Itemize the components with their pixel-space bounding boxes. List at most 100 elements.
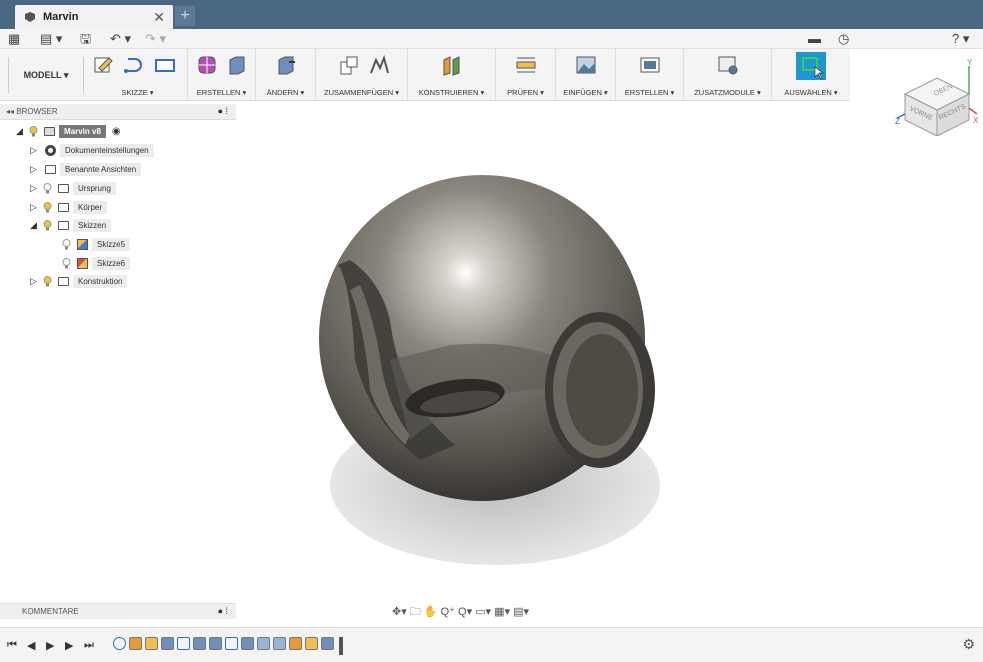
browser-pin-icon[interactable]: ● ⁞ [218, 106, 228, 116]
tree-item-label: Konstruktion [73, 275, 128, 288]
timeline-prev-button[interactable]: ◀ [27, 639, 35, 652]
sketch-icon [77, 258, 88, 269]
modify-group[interactable]: ÄNDERN ▾ [256, 49, 316, 101]
timeline-feature[interactable] [177, 637, 190, 650]
visibility-bulb-icon[interactable] [62, 258, 71, 269]
timeline-feature[interactable] [161, 637, 174, 650]
close-tab-icon[interactable]: ✕ [153, 9, 173, 26]
create-form-icon[interactable] [196, 54, 218, 76]
assemble-group[interactable]: ZUSAMMENFÜGEN ▾ [316, 49, 408, 101]
tree-item-label: Skizze6 [92, 257, 131, 270]
tree-item-sketches[interactable]: ◢ Skizzen [30, 218, 112, 233]
new-tab-button[interactable]: + [175, 6, 195, 26]
visibility-bulb-icon[interactable] [43, 276, 52, 287]
timeline-feature[interactable] [321, 637, 334, 650]
timeline-feature[interactable] [257, 637, 270, 650]
assemble-group-label: ZUSAMMENFÜGEN ▾ [323, 88, 399, 97]
folder-icon [58, 277, 69, 286]
expand-triangle-icon[interactable]: ▷ [30, 183, 39, 194]
create-sketch-icon[interactable] [93, 54, 115, 76]
timeline-last-button[interactable]: ⏭ [84, 639, 94, 652]
tree-item-construction[interactable]: ▷ Konstruktion [30, 274, 128, 289]
render-icon[interactable] [639, 54, 661, 76]
expand-triangle-icon[interactable]: ▷ [30, 276, 39, 287]
navigation-bar[interactable]: ✥▾ 🗀 ✋ Q⁺ Q▾ ▭▾ ▦▾ ▤▾ [392, 603, 592, 621]
timeline-feature[interactable] [145, 637, 158, 650]
new-component-icon[interactable] [338, 54, 360, 76]
timeline-play-button[interactable]: ▶ [46, 639, 54, 652]
visibility-bulb-icon[interactable] [43, 202, 52, 213]
browser-panel-header[interactable]: ◂◂ BROWSER ● ⁞ [0, 104, 236, 120]
timeline-feature[interactable] [129, 637, 142, 650]
visibility-bulb-icon[interactable] [29, 126, 38, 137]
joint-icon[interactable] [368, 54, 390, 76]
timeline-marker[interactable] [339, 637, 343, 655]
timeline-feature[interactable] [209, 637, 222, 650]
timeline-next-button[interactable]: ▶ [65, 639, 73, 652]
addins-group-label: ZUSATZMODULE ▾ [694, 88, 761, 97]
sketch-group[interactable]: SKIZZE ▾ [88, 49, 188, 101]
offset-plane-icon[interactable] [441, 54, 463, 76]
ribbon-toolbar: MODELL ▾ SKIZZE ▾ ERSTELLEN ▾ ÄNDERN ▾ Z… [0, 49, 850, 101]
expand-triangle-icon[interactable]: ▷ [30, 145, 39, 156]
expand-triangle-icon[interactable]: ◢ [16, 126, 25, 137]
select-icon[interactable] [796, 52, 826, 80]
insert-group[interactable]: EINFÜGEN ▾ [556, 49, 616, 101]
addins-group[interactable]: ZUSATZMODULE ▾ [684, 49, 772, 101]
tree-item-named-views[interactable]: ▷ Benannte Ansichten [30, 162, 142, 177]
file-menu-icon[interactable]: ▤ ▾ [40, 31, 62, 47]
construct-group[interactable]: KONSTRUIEREN ▾ [408, 49, 496, 101]
rectangle-icon[interactable] [154, 54, 176, 76]
comments-panel-header[interactable]: KOMMENTARE ● ⁞ [0, 603, 236, 619]
timeline-feature[interactable] [241, 637, 254, 650]
expand-triangle-icon[interactable]: ▷ [30, 202, 39, 213]
quick-access-bar: ▦ ▤ ▾ 🖫 ↶ ▾ ↷ ▾ ▬ ◷ ? ▾ [0, 29, 983, 49]
insert-image-icon[interactable] [575, 54, 597, 76]
timeline-first-button[interactable]: ⏮ [7, 639, 17, 652]
view-cube[interactable]: OBEN VORNE RECHTS Y Z X [895, 56, 980, 136]
comments-pin-icon[interactable]: ● ⁞ [218, 606, 228, 616]
tree-item-sketch5[interactable]: Skizze5 [58, 237, 131, 252]
model-viewport[interactable] [310, 160, 670, 570]
tree-root[interactable]: ◢ Marvin v8 ◉ [16, 124, 121, 139]
ear-disc-inner [566, 334, 638, 446]
inspect-group[interactable]: PRÜFEN ▾ [496, 49, 556, 101]
timeline-feature[interactable] [113, 637, 126, 650]
data-panel-grid-icon[interactable]: ▦ [8, 31, 20, 47]
scripts-addins-icon[interactable] [717, 54, 739, 76]
timeline-feature[interactable] [289, 637, 302, 650]
notifications-icon[interactable]: ▬ [808, 31, 821, 47]
timeline-feature[interactable] [273, 637, 286, 650]
visibility-bulb-icon[interactable] [43, 220, 52, 231]
help-icon[interactable]: ? ▾ [952, 31, 969, 47]
folder-icon [58, 221, 69, 230]
create-group[interactable]: ERSTELLEN ▾ [188, 49, 256, 101]
tree-item-origin[interactable]: ▷ Ursprung [30, 181, 116, 196]
tree-item-sketch6[interactable]: Skizze6 [58, 256, 131, 271]
activate-radio-icon[interactable]: ◉ [112, 126, 121, 137]
timeline-feature[interactable] [193, 637, 206, 650]
collapse-triangle-icon[interactable]: ◢ [30, 220, 39, 231]
tree-item-bodies[interactable]: ▷ Körper [30, 200, 108, 215]
timeline-feature[interactable] [225, 637, 238, 650]
visibility-bulb-icon[interactable] [62, 239, 71, 250]
workspace-switcher[interactable]: MODELL ▾ [8, 57, 84, 93]
tree-item-label: Dokumenteinstellungen [60, 144, 154, 157]
make-group[interactable]: ERSTELLEN ▾ [616, 49, 684, 101]
undo-icon[interactable]: ↶ ▾ [110, 31, 131, 47]
select-group[interactable]: AUSWÄHLEN ▾ [772, 49, 850, 101]
job-status-clock-icon[interactable]: ◷ [838, 31, 849, 47]
save-icon[interactable]: 🖫 [80, 31, 91, 47]
folder-icon [45, 165, 56, 174]
line-icon[interactable] [123, 54, 145, 76]
timeline-feature[interactable] [305, 637, 318, 650]
redo-icon[interactable]: ↷ ▾ [145, 31, 166, 47]
document-tab[interactable]: Marvin ✕ [15, 5, 173, 29]
press-pull-icon[interactable] [275, 54, 297, 76]
measure-icon[interactable] [515, 54, 537, 76]
extrude-icon[interactable] [226, 54, 248, 76]
timeline-settings-gear-icon[interactable]: ⚙ [962, 636, 975, 653]
visibility-bulb-icon[interactable] [43, 183, 52, 194]
expand-triangle-icon[interactable]: ▷ [30, 164, 39, 175]
tree-item-document-settings[interactable]: ▷ Dokumenteinstellungen [30, 143, 154, 158]
